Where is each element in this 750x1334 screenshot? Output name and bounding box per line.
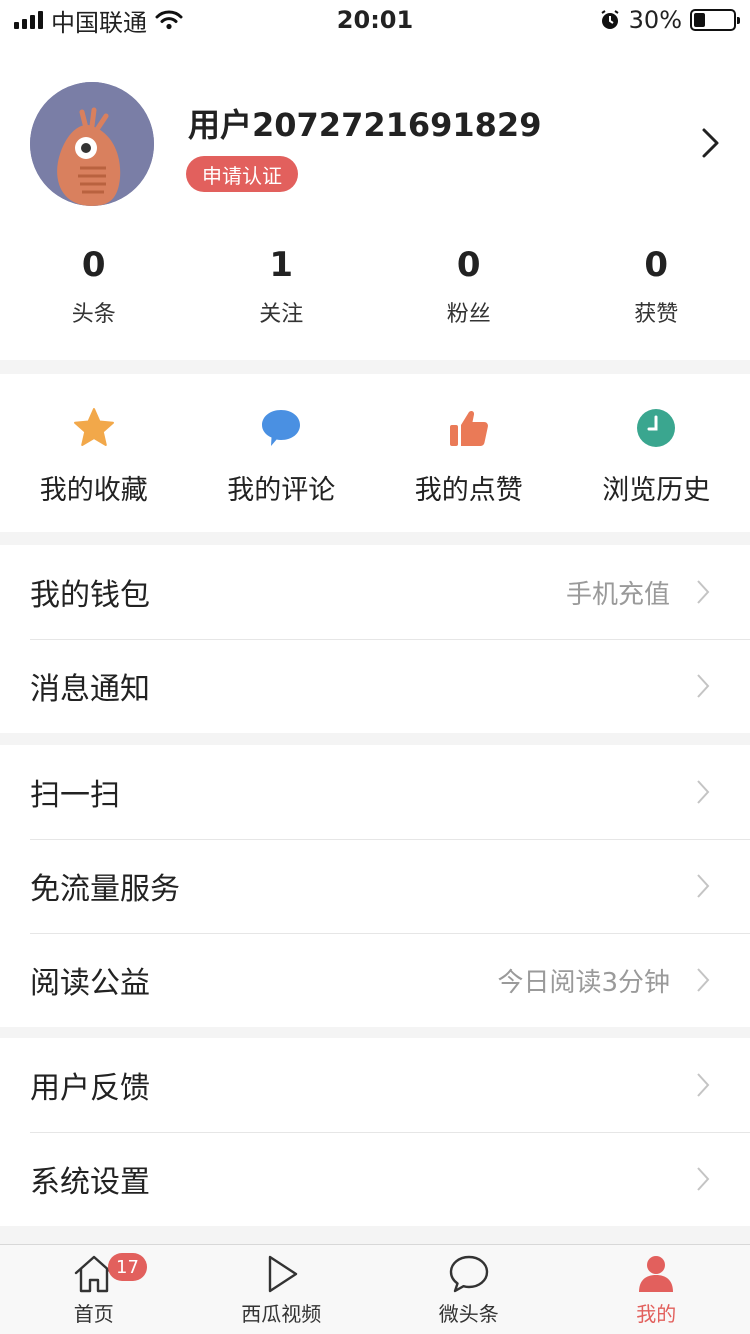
menu-group-3: 用户反馈 系统设置 bbox=[0, 1038, 750, 1226]
chevron-right-icon bbox=[697, 580, 710, 604]
menu-label: 免流量服务 bbox=[30, 872, 180, 907]
quick-history[interactable]: 浏览历史 bbox=[563, 374, 750, 532]
battery-fill bbox=[694, 13, 706, 27]
quick-comments[interactable]: 我的评论 bbox=[188, 374, 376, 532]
chevron-right-icon bbox=[697, 1167, 710, 1191]
menu-item-scan[interactable]: 扫一扫 bbox=[0, 745, 750, 839]
stat-value: 1 bbox=[269, 245, 294, 285]
tab-bar: 首页 17 西瓜视频 微头条 我的 bbox=[0, 1244, 750, 1334]
tab-label: 西瓜视频 bbox=[241, 1302, 322, 1326]
tab-micro-headlines[interactable]: 微头条 bbox=[375, 1245, 563, 1334]
stat-label: 获赞 bbox=[634, 302, 679, 327]
menu-right bbox=[696, 779, 710, 805]
username: 用户2072721691829 bbox=[188, 106, 542, 144]
stat-likes[interactable]: 0 获赞 bbox=[563, 240, 750, 328]
stat-value: 0 bbox=[456, 245, 481, 285]
menu-right bbox=[696, 873, 710, 899]
menu-right: 手机充值 bbox=[566, 574, 710, 611]
comment-icon bbox=[262, 410, 301, 446]
chevron-right-icon[interactable] bbox=[700, 126, 722, 160]
tab-label: 我的 bbox=[636, 1302, 677, 1326]
tab-home[interactable]: 首页 17 bbox=[0, 1245, 188, 1334]
quick-label: 我的点赞 bbox=[414, 475, 523, 506]
play-icon bbox=[269, 1255, 298, 1293]
menu-item-wallet[interactable]: 我的钱包 手机充值 bbox=[0, 545, 750, 639]
menu-right bbox=[696, 1072, 710, 1098]
quick-label: 我的收藏 bbox=[39, 475, 148, 506]
menu-item-free-data[interactable]: 免流量服务 bbox=[0, 839, 750, 933]
tab-xigua-video[interactable]: 西瓜视频 bbox=[188, 1245, 376, 1334]
menu-group-1: 我的钱包 手机充值 消息通知 bbox=[0, 545, 750, 733]
status-left: 中国联通 bbox=[14, 3, 183, 38]
menu-label: 扫一扫 bbox=[30, 778, 120, 813]
quick-label: 我的评论 bbox=[227, 475, 336, 506]
stat-toutiao[interactable]: 0 头条 bbox=[0, 240, 188, 328]
chevron-right-icon bbox=[697, 874, 710, 898]
menu-label: 我的钱包 bbox=[30, 578, 150, 613]
clock-icon bbox=[637, 409, 676, 447]
wifi-icon bbox=[155, 10, 183, 30]
battery-icon bbox=[690, 9, 740, 31]
chevron-right-icon bbox=[697, 780, 710, 804]
avatar[interactable] bbox=[30, 82, 154, 206]
menu-label: 用户反馈 bbox=[30, 1071, 150, 1106]
stat-value: 0 bbox=[81, 245, 106, 285]
menu-label: 消息通知 bbox=[30, 672, 150, 707]
stat-following[interactable]: 1 关注 bbox=[188, 240, 376, 328]
quick-label: 浏览历史 bbox=[602, 475, 711, 506]
tab-label: 微头条 bbox=[438, 1302, 499, 1326]
person-icon bbox=[639, 1256, 674, 1292]
quick-likes[interactable]: 我的点赞 bbox=[375, 374, 563, 532]
verify-button[interactable]: 申请认证 bbox=[186, 156, 298, 192]
menu-hint: 今日阅读3分钟 bbox=[497, 967, 670, 998]
menu-item-notifications[interactable]: 消息通知 bbox=[0, 639, 750, 733]
menu-right bbox=[696, 673, 710, 699]
signal-icon bbox=[14, 11, 43, 29]
menu-hint: 手机充值 bbox=[565, 579, 670, 610]
chevron-right-icon bbox=[697, 968, 710, 992]
stats-row: 0 头条 1 关注 0 粉丝 0 获赞 bbox=[0, 240, 750, 328]
stat-value: 0 bbox=[644, 245, 669, 285]
menu-right bbox=[696, 1166, 710, 1192]
menu-item-feedback[interactable]: 用户反馈 bbox=[0, 1038, 750, 1132]
stat-followers[interactable]: 0 粉丝 bbox=[375, 240, 563, 328]
menu-label: 阅读公益 bbox=[30, 966, 150, 1001]
menu-group-2: 扫一扫 免流量服务 阅读公益 今日阅读3分钟 bbox=[0, 745, 750, 1027]
menu-item-settings[interactable]: 系统设置 bbox=[0, 1132, 750, 1226]
stat-label: 头条 bbox=[71, 302, 116, 327]
menu-item-reading-charity[interactable]: 阅读公益 今日阅读3分钟 bbox=[0, 933, 750, 1027]
profile-card[interactable]: 用户2072721691829 申请认证 0 头条 1 关注 0 粉丝 0 获赞 bbox=[0, 40, 750, 360]
battery-percent: 30% bbox=[628, 6, 682, 34]
menu-right: 今日阅读3分钟 bbox=[497, 962, 710, 999]
chevron-right-icon bbox=[697, 1073, 710, 1097]
stat-label: 关注 bbox=[259, 302, 304, 327]
chevron-right-icon bbox=[697, 674, 710, 698]
carrier-name: 中国联通 bbox=[51, 8, 147, 37]
quick-actions: 我的收藏 我的评论 我的点赞 浏览历史 bbox=[0, 374, 750, 532]
notification-badge: 17 bbox=[108, 1253, 147, 1281]
thumbs-up-icon bbox=[449, 410, 488, 446]
chat-bubble-icon bbox=[449, 1255, 488, 1293]
status-bar: 中国联通 20:01 30% bbox=[0, 0, 750, 40]
avatar-image bbox=[30, 82, 154, 206]
menu-label: 系统设置 bbox=[30, 1165, 150, 1200]
alarm-icon bbox=[601, 10, 619, 29]
star-icon bbox=[73, 408, 114, 446]
quick-favorites[interactable]: 我的收藏 bbox=[0, 374, 188, 532]
tab-me[interactable]: 我的 bbox=[563, 1245, 750, 1334]
stat-label: 粉丝 bbox=[446, 302, 491, 327]
tab-label: 首页 bbox=[73, 1302, 114, 1326]
status-right: 30% bbox=[599, 6, 740, 34]
